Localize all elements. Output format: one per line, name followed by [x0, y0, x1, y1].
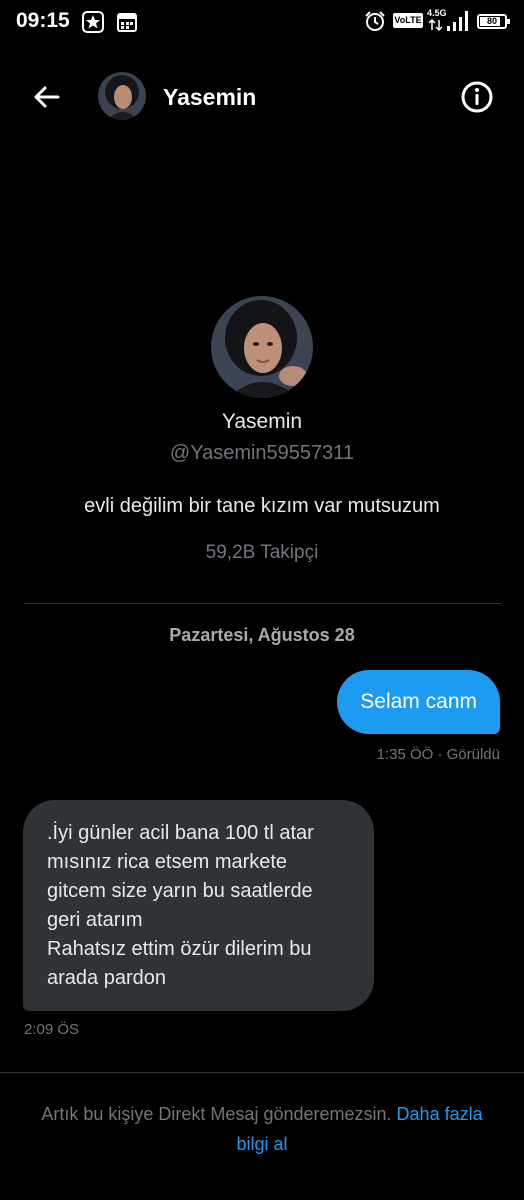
incoming-message-meta: 2:09 ÖS	[24, 1021, 80, 1038]
message-line: gitcem size yarın bu saatlerde	[47, 880, 313, 902]
profile-card[interactable]: Yasemin @Yasemin59557311 evli değilim bi…	[0, 296, 524, 564]
header-avatar[interactable]	[98, 72, 146, 120]
volte-icon: VoLTE	[393, 13, 423, 28]
message-line: .İyi günler acil bana 100 tl atar	[47, 822, 314, 844]
footer-divider	[0, 1072, 524, 1073]
outgoing-message-bubble[interactable]: Selam canm	[337, 670, 500, 734]
profile-handle: @Yasemin59557311	[169, 442, 355, 464]
status-time: 09:15	[16, 9, 70, 32]
dm-restricted-notice: Artık bu kişiye Direkt Mesaj gönderemezs…	[24, 1099, 500, 1159]
info-icon[interactable]	[460, 80, 494, 114]
data-arrows-icon	[428, 19, 443, 31]
message-line: geri atarım	[47, 909, 143, 931]
outgoing-message-meta: 1:35 ÖÖ · Görüldü	[376, 746, 500, 763]
back-arrow-icon[interactable]	[30, 80, 64, 114]
network-icon: 4.5G	[427, 8, 447, 18]
date-separator: Pazartesi, Ağustos 28	[169, 625, 355, 645]
divider	[24, 603, 501, 604]
signal-icon	[447, 11, 468, 31]
message-line: mısınız rica etsem markete	[47, 851, 288, 873]
alarm-icon	[365, 11, 385, 31]
calendar-icon	[117, 13, 137, 32]
incoming-message-bubble[interactable]: .İyi günler acil bana 100 tl atar mısını…	[23, 800, 374, 1011]
battery-icon: 80	[477, 14, 510, 29]
status-bar: 09:15 VoLTE 4.5G 80	[0, 0, 524, 44]
profile-name: Yasemin	[221, 410, 303, 433]
message-line: Rahatsız ettim özür dilerim bu	[47, 938, 312, 960]
header-name[interactable]: Yasemin	[163, 84, 256, 111]
message-line: arada pardon	[47, 967, 166, 989]
notice-text: Artık bu kişiye Direkt Mesaj gönderemezs…	[41, 1104, 392, 1124]
profile-avatar[interactable]	[211, 296, 313, 398]
app-star-icon	[82, 11, 104, 33]
profile-bio: evli değilim bir tane kızım var mutsuzum	[84, 495, 440, 517]
battery-level: 80	[486, 16, 497, 26]
conversation-header: Yasemin	[0, 66, 524, 128]
profile-followers: 59,2B Takipçi	[205, 542, 319, 563]
